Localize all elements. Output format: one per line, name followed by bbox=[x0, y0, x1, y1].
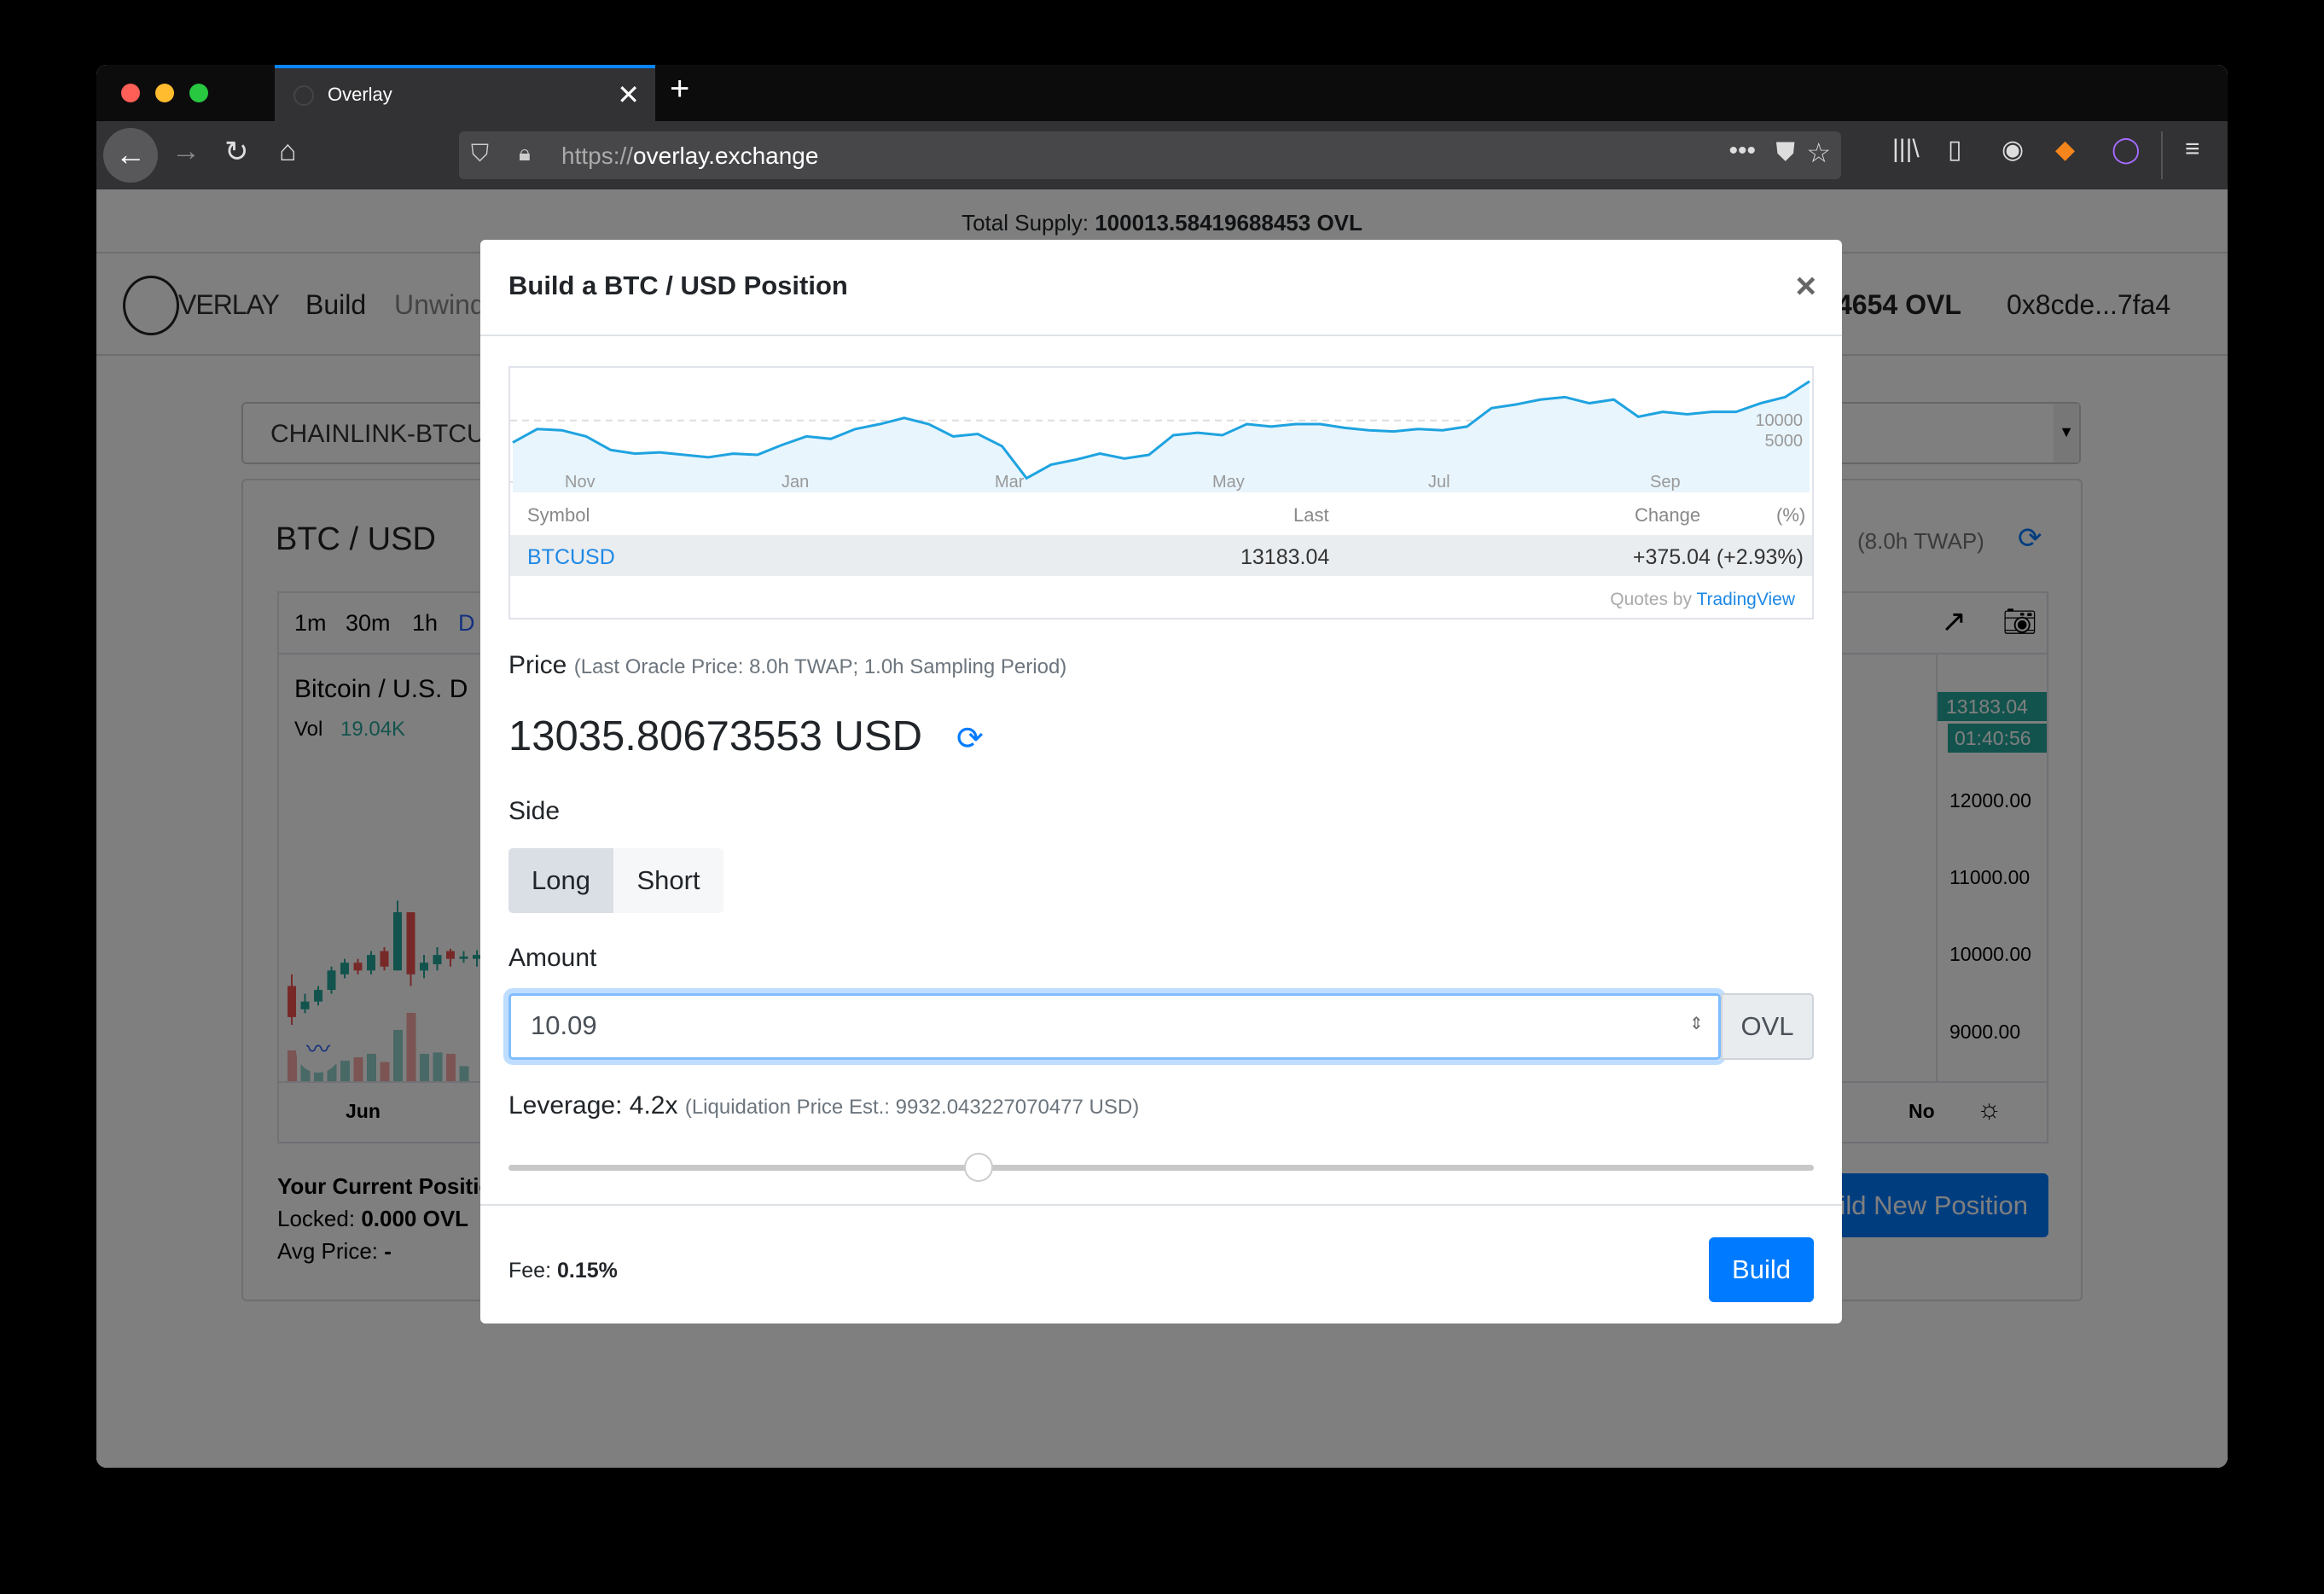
tab-overlay[interactable]: Overlay ✕ bbox=[275, 65, 655, 121]
toolbar-divider bbox=[2161, 131, 2163, 179]
maximize-window-button[interactable] bbox=[189, 84, 208, 102]
modal-header: Build a BTC / USD Position × bbox=[480, 240, 1842, 336]
leverage-slider-thumb[interactable] bbox=[963, 1153, 993, 1182]
sidebar-icon[interactable]: ▯ bbox=[1948, 135, 1962, 165]
col-change: Change bbox=[1635, 504, 1701, 526]
reload-button[interactable]: ↻ bbox=[224, 135, 249, 169]
x-axis-label: Jan bbox=[781, 473, 809, 492]
y-axis-label: 10000 bbox=[1755, 411, 1803, 430]
account-icon[interactable]: ◉ bbox=[2002, 135, 2024, 165]
amount-unit: OVL bbox=[1721, 993, 1814, 1060]
x-axis-label: Jul bbox=[1428, 473, 1450, 492]
tab-favicon-icon bbox=[293, 85, 314, 106]
leverage-label: Leverage: 4.2x (Liquidation Price Est.: … bbox=[508, 1091, 1140, 1120]
new-tab-button[interactable]: + bbox=[670, 70, 689, 108]
leverage-slider-track[interactable] bbox=[508, 1165, 1814, 1171]
side-label: Side bbox=[508, 797, 561, 825]
quote-last: 13183.04 bbox=[1240, 545, 1330, 569]
lock-icon[interactable]: 🔒︎ bbox=[519, 140, 531, 167]
metamask-fox-icon[interactable]: ◆ bbox=[2055, 135, 2075, 165]
address-bar[interactable]: ⛉ 🔒︎ https://overlay.exchange ••• ⛊ ☆ bbox=[459, 131, 1841, 179]
quote-row[interactable]: BTCUSD 13183.04 +375.04 (+2.93%) bbox=[510, 535, 1812, 576]
x-axis-label: Mar bbox=[995, 473, 1025, 492]
modal-title: Build a BTC / USD Position bbox=[508, 271, 848, 300]
side-short-button[interactable]: Short bbox=[613, 848, 723, 913]
col-last: Last bbox=[1293, 504, 1329, 526]
amount-label: Amount bbox=[508, 944, 597, 972]
browser-toolbar: ← → ↻ ⌂ ⛉ 🔒︎ https://overlay.exchange ••… bbox=[96, 121, 2228, 189]
build-position-modal: Build a BTC / USD Position × Nov Jan Mar Ma… bbox=[480, 240, 1842, 1323]
x-axis-label: Nov bbox=[565, 473, 596, 492]
minimize-window-button[interactable] bbox=[155, 84, 174, 102]
shield-icon[interactable]: ⛉ bbox=[471, 140, 489, 168]
pocket-icon[interactable]: ⛊ bbox=[1776, 138, 1796, 167]
fee-info: Fee: 0.15% bbox=[508, 1259, 618, 1283]
modal-footer-divider bbox=[480, 1204, 1842, 1206]
col-symbol: Symbol bbox=[527, 504, 590, 526]
url-text[interactable]: https://overlay.exchange bbox=[561, 143, 818, 170]
area-fill bbox=[513, 381, 1810, 492]
number-stepper-icon[interactable]: ⇕ bbox=[1689, 1013, 1704, 1034]
more-actions-icon[interactable]: ••• bbox=[1728, 137, 1756, 166]
mini-price-chart: Nov Jan Mar May Jul Sep 10000 5000 bbox=[510, 368, 1812, 492]
quotes-attribution: Quotes by TradingView bbox=[1610, 590, 1795, 609]
home-button[interactable]: ⌂ bbox=[279, 135, 297, 168]
tab-bar: Overlay ✕ + bbox=[96, 65, 2228, 121]
amount-input[interactable]: 10.09 bbox=[508, 993, 1721, 1060]
browser-window: Overlay ✕ + ← → ↻ ⌂ ⛉ 🔒︎ https://overlay… bbox=[96, 65, 2228, 1468]
oracle-price-value: 13035.80673553 USD bbox=[508, 713, 922, 759]
forward-button[interactable]: → bbox=[171, 135, 200, 168]
menu-hamburger-icon[interactable]: ≡ bbox=[2185, 135, 2200, 164]
bookmark-star-icon[interactable]: ☆ bbox=[1806, 137, 1831, 169]
quote-change: +375.04 (+2.93%) bbox=[1632, 545, 1804, 569]
extension-icon[interactable]: ◯ bbox=[2112, 135, 2141, 165]
price-label: Price (Last Oracle Price: 8.0h TWAP; 1.0… bbox=[508, 651, 1067, 679]
tab-title: Overlay bbox=[328, 84, 392, 105]
close-tab-icon[interactable]: ✕ bbox=[617, 79, 640, 111]
close-window-button[interactable] bbox=[121, 84, 140, 102]
tradingview-mini-widget[interactable]: Nov Jan Mar May Jul Sep 10000 5000 Symbol Last … bbox=[508, 366, 1814, 620]
tradingview-link[interactable]: TradingView bbox=[1696, 590, 1795, 609]
quote-symbol[interactable]: BTCUSD bbox=[527, 545, 615, 570]
refresh-price-icon[interactable]: ⟳ bbox=[956, 719, 984, 758]
build-button[interactable]: Build bbox=[1709, 1237, 1814, 1302]
back-button[interactable]: ← bbox=[103, 128, 158, 183]
close-icon[interactable]: × bbox=[1795, 265, 1816, 306]
side-long-button[interactable]: Long bbox=[508, 848, 613, 913]
col-pct: (%) bbox=[1776, 504, 1806, 526]
x-axis-label: Sep bbox=[1650, 473, 1681, 492]
y-axis-label: 5000 bbox=[1765, 432, 1804, 451]
x-axis-label: May bbox=[1212, 473, 1245, 492]
library-icon[interactable]: |||\ bbox=[1892, 135, 1920, 164]
